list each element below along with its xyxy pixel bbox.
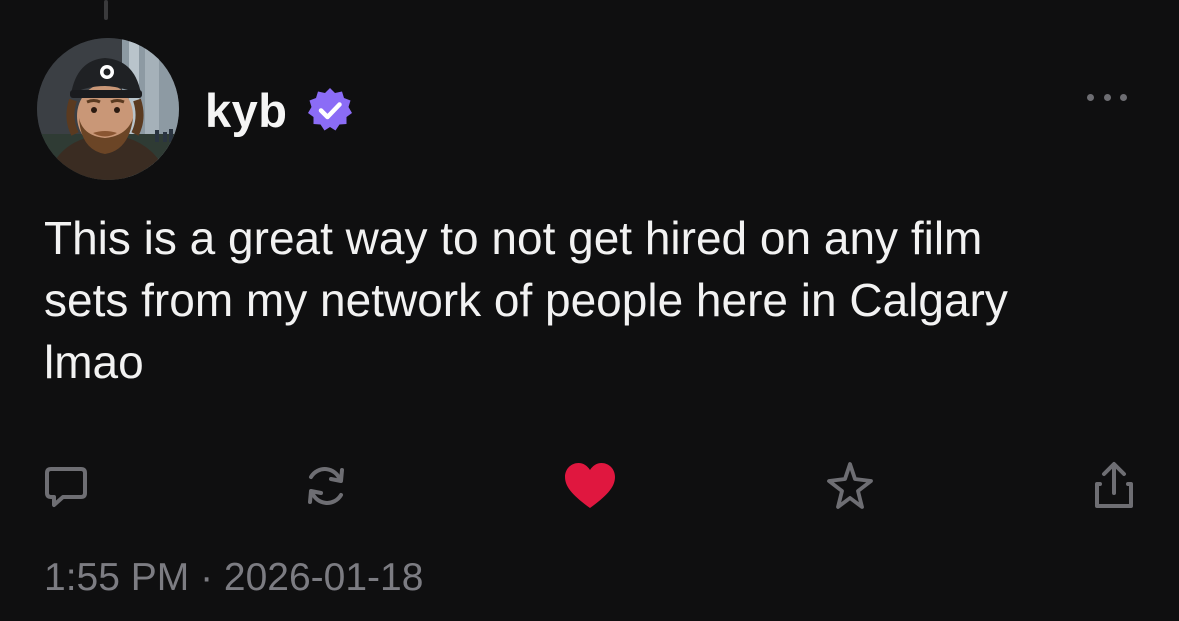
more-icon[interactable] xyxy=(1087,82,1127,112)
author-row: kyb xyxy=(205,80,354,140)
sparkle-icon xyxy=(827,462,873,509)
repost-button[interactable] xyxy=(298,458,354,514)
post: kyb This is a great way to not get hired… xyxy=(0,0,1179,621)
reply-button[interactable] xyxy=(38,458,94,514)
repost-icon xyxy=(308,467,344,505)
share-button[interactable] xyxy=(1086,458,1142,514)
more-dot xyxy=(1103,93,1111,101)
post-text: This is a great way to not get hired on … xyxy=(44,212,1008,388)
action-bar xyxy=(0,458,1179,518)
more-dot xyxy=(1087,93,1094,101)
author-name[interactable]: kyb xyxy=(205,83,288,138)
like-button[interactable] xyxy=(562,458,618,514)
bookmark-button[interactable] xyxy=(822,458,878,514)
avatar-illustration xyxy=(37,38,179,180)
verified-badge-icon xyxy=(306,86,354,134)
post-timestamp: 1:55 PM · 2026-01-18 xyxy=(44,556,424,599)
comment-icon xyxy=(45,467,87,507)
heart-icon xyxy=(565,463,615,508)
more-dot xyxy=(1120,93,1127,101)
share-icon xyxy=(1095,462,1133,508)
avatar[interactable] xyxy=(37,38,179,180)
